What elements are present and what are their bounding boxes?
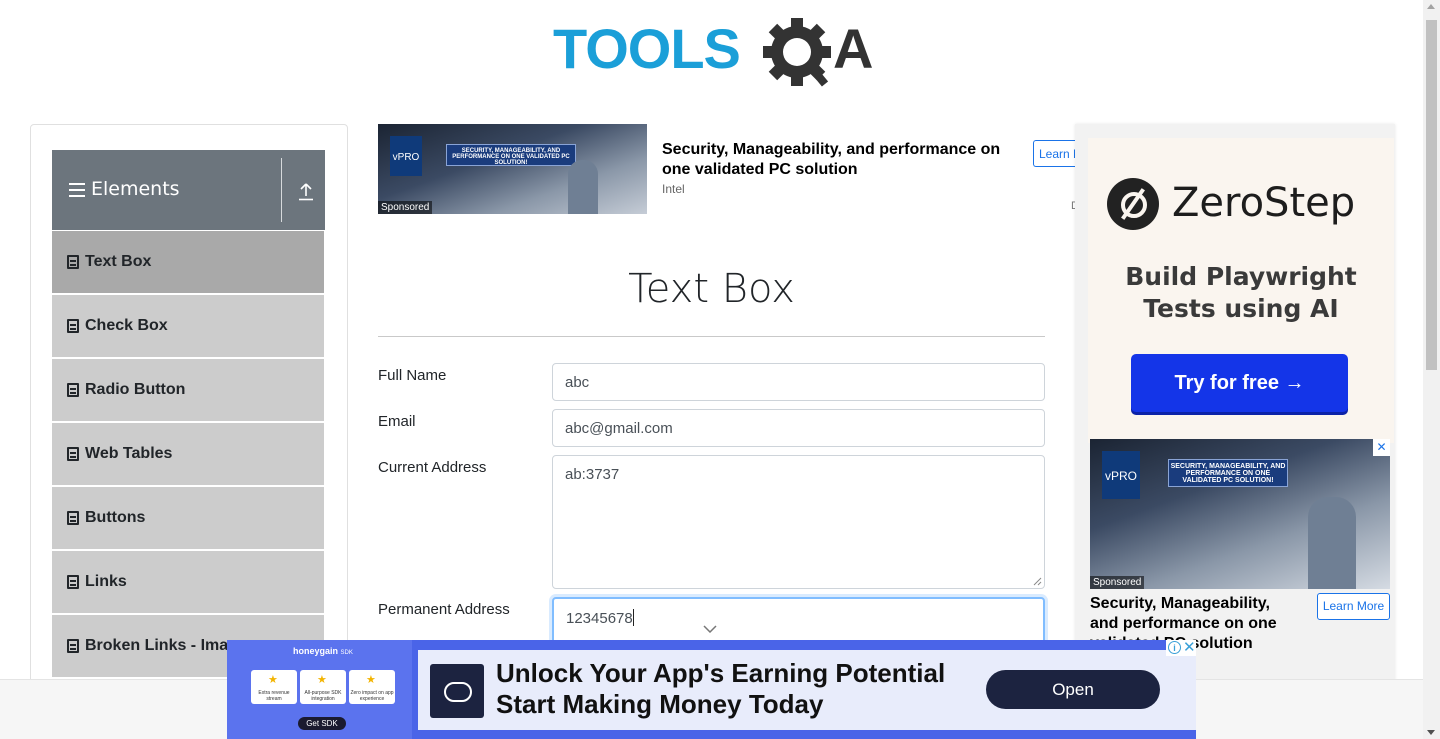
logo-text-tools: TOOLS (553, 17, 740, 80)
list-icon (67, 447, 79, 461)
sidebar-item-radio-button[interactable]: Radio Button (52, 358, 325, 422)
sponsored-label: Sponsored (1090, 576, 1145, 589)
sponsored-label: Sponsored (378, 201, 433, 214)
zerostep-brand: ZeroStep (1172, 180, 1356, 226)
sidebar-item-label: Text Box (85, 253, 152, 270)
sidebar-item-label: Web Tables (85, 445, 173, 462)
get-sdk-button[interactable]: Get SDK (298, 717, 346, 730)
text-cursor (632, 609, 634, 626)
ad-learn-more-button[interactable]: Learn M (1033, 140, 1078, 167)
vpro-badge: vPRO (1102, 451, 1140, 499)
toolsqa-logo[interactable]: TOOLS A (553, 16, 875, 90)
current-address-textarea[interactable]: ab:3737 (552, 455, 1045, 589)
try-for-free-button[interactable]: Try for free → (1131, 354, 1348, 412)
full-name-label: Full Name (378, 367, 447, 384)
full-name-value: abc (565, 374, 590, 391)
elements-group-header[interactable]: Elements (52, 150, 325, 230)
ad-person-figure (1308, 497, 1356, 589)
honeygain-panel[interactable]: honeygain SDK Extra revenue stream All-p… (227, 640, 412, 739)
list-icon (67, 511, 79, 525)
sidebar-item-label: Check Box (85, 317, 168, 334)
list-icon (67, 575, 79, 589)
sidebar-item-buttons[interactable]: Buttons (52, 486, 325, 550)
current-address-label: Current Address (378, 459, 487, 476)
group-title: Elements (91, 178, 180, 200)
sidebar-item-label: Links (85, 573, 127, 590)
list-icon (67, 383, 79, 397)
sidebar-item-label: Radio Button (85, 381, 186, 398)
email-value: abc@gmail.com (565, 420, 673, 437)
feature-card: All-purpose SDK integration (300, 670, 346, 704)
zerostep-logo-icon (1107, 178, 1159, 230)
resize-grip-icon[interactable] (1033, 577, 1042, 586)
feature-card: Extra revenue stream (251, 670, 297, 704)
page-title: Text Box (628, 266, 795, 312)
list-icon (67, 255, 79, 269)
scroll-down-arrow-icon[interactable] (1427, 730, 1435, 735)
right-ad[interactable]: ZeroStep Build Playwright Tests using AI… (1075, 124, 1395, 684)
hamburger-icon (69, 183, 85, 197)
top-ad[interactable]: vPRO SECURITY, MANAGEABILITY, AND PERFOR… (378, 124, 1079, 216)
ad-image[interactable]: vPRO SECURITY, MANAGEABILITY, AND PERFOR… (378, 124, 647, 214)
ad-person-figure (568, 160, 598, 214)
permanent-address-value: 12345678 (566, 610, 633, 627)
bottom-ad[interactable]: honeygain SDK Extra revenue stream All-p… (227, 638, 1196, 739)
email-input[interactable]: abc@gmail.com (552, 409, 1045, 447)
ad-image[interactable]: vPRO SECURITY, MANAGEABILITY, AND PERFOR… (1090, 439, 1390, 589)
logo-gear-icon (763, 18, 831, 87)
honeygain-app-icon (430, 664, 484, 718)
page-scrollbar[interactable] (1423, 0, 1440, 739)
elements-menu-list: Text Box Check Box Radio Button Web Tabl… (52, 230, 325, 678)
upload-icon[interactable] (298, 183, 314, 201)
title-divider (378, 336, 1045, 337)
zerostep-tagline: Build Playwright Tests using AI (1125, 262, 1357, 323)
sidebar-item-check-box[interactable]: Check Box (52, 294, 325, 358)
sidebar-item-web-tables[interactable]: Web Tables (52, 422, 325, 486)
chevron-down-icon[interactable] (703, 625, 717, 633)
sidebar-item-text-box[interactable]: Text Box (52, 230, 325, 294)
ad-banner-text: SECURITY, MANAGEABILITY, AND PERFORMANCE… (1168, 459, 1288, 487)
honeygain-brand: honeygain SDK (293, 646, 353, 656)
honeygain-main[interactable]: Unlock Your App's Earning Potential Star… (418, 650, 1196, 730)
sidebar-item-label: Buttons (85, 509, 146, 526)
info-icon[interactable]: i (1168, 641, 1181, 654)
ad-headline[interactable]: Security, Manageability, and performance… (662, 140, 1012, 180)
ad-headline: Unlock Your App's Earning Potential Star… (496, 658, 946, 719)
list-icon (67, 639, 79, 653)
feature-card: Zero impact on app experience (349, 670, 395, 704)
permanent-address-label: Permanent Address (378, 601, 510, 618)
ad-learn-more-button[interactable]: Learn More (1317, 593, 1390, 620)
sidebar-item-links[interactable]: Links (52, 550, 325, 614)
vpro-badge: vPRO (390, 136, 422, 176)
page: TOOLS A Elements Text Box Check Box Radi… (0, 0, 1440, 739)
ad-close-icon[interactable]: ✕ (1373, 439, 1390, 456)
email-label: Email (378, 413, 416, 430)
current-address-value: ab:3737 (565, 466, 620, 483)
list-icon (67, 319, 79, 333)
ad-banner-text: SECURITY, MANAGEABILITY, AND PERFORMANCE… (446, 144, 576, 166)
full-name-input[interactable]: abc (552, 363, 1045, 401)
logo-text-a: A (833, 17, 873, 80)
ad-choices[interactable]: i ✕ (1166, 638, 1196, 656)
open-button[interactable]: Open (986, 670, 1160, 709)
header-divider (281, 158, 282, 222)
ad-source: Intel (662, 182, 685, 196)
close-icon[interactable]: ✕ (1183, 638, 1196, 656)
scroll-up-arrow-icon[interactable] (1427, 4, 1435, 9)
scroll-thumb[interactable] (1426, 20, 1437, 370)
zerostep-ad[interactable]: ZeroStep Build Playwright Tests using AI… (1088, 138, 1394, 443)
